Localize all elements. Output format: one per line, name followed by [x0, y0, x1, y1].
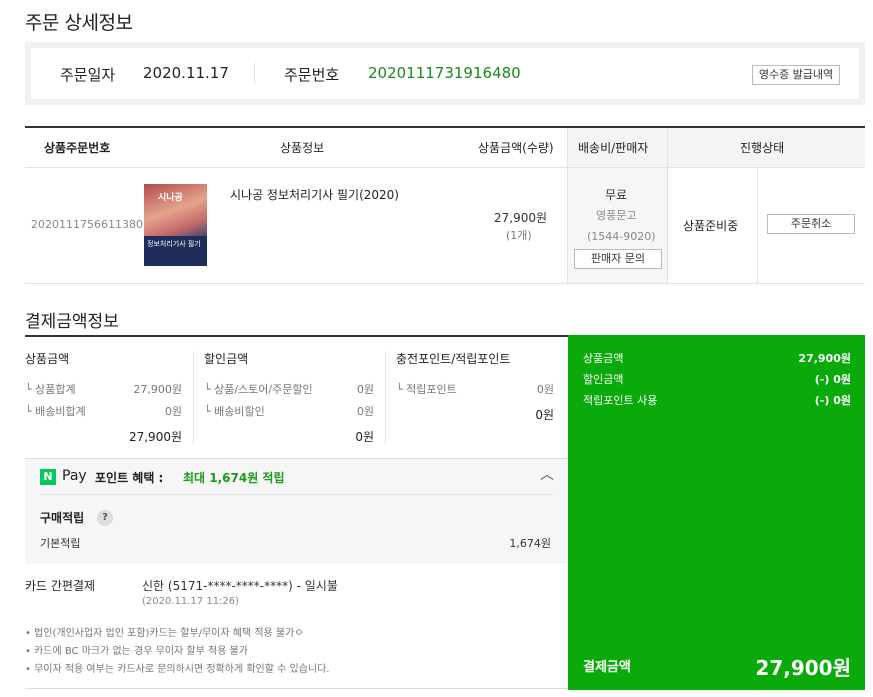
card-payment-label: 카드 간편결제: [25, 579, 96, 593]
reward-point-value: 0원: [536, 383, 554, 396]
help-icon[interactable]: ?: [97, 510, 113, 526]
card-payment-value: 신한 (5171-****-****-****) - 일시불: [142, 579, 338, 593]
shipping-total-label: └ 배송비합계: [25, 405, 86, 418]
column-header-price-qty: 상품금액(수량): [478, 141, 554, 155]
product-quantity: (1개): [506, 229, 532, 242]
divider: [567, 128, 568, 283]
point-title: 충전포인트/적립포인트: [396, 352, 511, 366]
summary-product-label: 상품금액: [583, 352, 624, 365]
seller-name: 영풍문고: [596, 209, 637, 222]
seller-phone: (1544-9020): [587, 230, 656, 243]
column-header-status: 진행상태: [740, 141, 785, 155]
product-name-link[interactable]: 시나공 정보처리기사 필기(2020): [230, 186, 399, 203]
notice-item: • 카드에 BC 마크가 없는 경우 무이자 할부 적용 불가: [25, 646, 248, 657]
base-reward-value: 1,674원: [509, 537, 551, 550]
discount-amount-total: 0원: [355, 430, 374, 444]
summary-product-value: 27,900원: [798, 352, 851, 365]
order-date-label: 주문일자: [60, 66, 116, 84]
npay-logo-icon: N: [40, 469, 56, 485]
divider: [385, 351, 386, 444]
product-total-value: 27,900원: [133, 383, 182, 396]
product-price: 27,900원: [494, 211, 548, 225]
product-thumbnail-title: 정보처리기사 필기: [147, 240, 201, 248]
payment-section-title: 결제금액정보: [25, 312, 119, 332]
seller-inquiry-button[interactable]: 판매자 문의: [574, 249, 662, 269]
column-header-ship-seller: 배송비/판매자: [578, 141, 649, 155]
divider: [40, 494, 553, 495]
summary-discount-label: 할인금액: [583, 373, 624, 386]
column-header-product: 상품정보: [280, 141, 325, 155]
shipping-total-value: 0원: [164, 405, 182, 418]
cancel-order-button[interactable]: 주문취소: [767, 214, 855, 234]
point-total: 0원: [535, 408, 554, 422]
order-number-value: 2020111731916480: [368, 64, 521, 82]
order-status: 상품준비중: [683, 219, 739, 233]
order-discount-label: └ 상품/스토어/주문할인: [204, 383, 313, 396]
divider: [254, 63, 255, 83]
product-order-number: 2020111756611380: [31, 218, 143, 231]
divider: [193, 351, 194, 444]
page-title: 주문 상세정보: [25, 12, 133, 34]
chevron-up-icon[interactable]: ︿: [540, 464, 554, 484]
shipping-discount-label: └ 배송비할인: [204, 405, 265, 418]
purchase-reward-title: 구매적립: [40, 511, 85, 525]
order-date-value: 2020.11.17: [143, 64, 229, 82]
table-header-border: [25, 167, 865, 168]
payment-summary-panel: [568, 335, 865, 690]
notice-item: • 무이자 적용 여부는 카드사로 문의하시면 정확하게 확인할 수 있습니다.: [25, 664, 330, 675]
npay-pay-text: Pay: [62, 468, 87, 484]
column-header-item-no: 상품주문번호: [44, 141, 111, 155]
summary-discount-value: (-) 0원: [814, 373, 851, 386]
shipping-fee: 무료: [605, 188, 628, 202]
summary-point-label: 적립포인트 사용: [583, 394, 658, 407]
divider: [757, 168, 758, 283]
table-bottom-border: [25, 283, 865, 284]
discount-amount-title: 할인금액: [204, 352, 249, 366]
base-reward-label: 기본적립: [40, 537, 81, 550]
order-number-label: 주문번호: [284, 66, 340, 84]
product-thumbnail-logo: 시나공: [158, 193, 183, 203]
notice-item: • 법인(개인사업자 법인 포함)카드는 할부/무이자 혜택 적용 불가ㅇ: [25, 628, 304, 639]
payment-top-border: [25, 335, 568, 337]
receipt-history-button[interactable]: 영수증 발급내역: [752, 65, 840, 85]
product-amount-title: 상품금액: [25, 352, 70, 366]
reward-point-label: └ 적립포인트: [396, 383, 457, 396]
payment-bottom-border: [25, 688, 568, 689]
final-amount-value: 27,900원: [755, 656, 851, 680]
final-amount-label: 결제금액: [583, 660, 631, 675]
npay-benefit-label: 포인트 혜택 :: [95, 471, 164, 485]
shipping-discount-value: 0원: [356, 405, 374, 418]
product-total-label: └ 상품합계: [25, 383, 76, 396]
card-payment-date: (2020.11.17 11:26): [142, 596, 240, 607]
npay-benefit-highlight: 최대 1,674원 적립: [183, 471, 285, 485]
divider: [667, 128, 668, 283]
order-discount-value: 0원: [356, 383, 374, 396]
product-amount-total: 27,900원: [128, 430, 182, 444]
summary-point-value: (-) 0원: [814, 394, 851, 407]
